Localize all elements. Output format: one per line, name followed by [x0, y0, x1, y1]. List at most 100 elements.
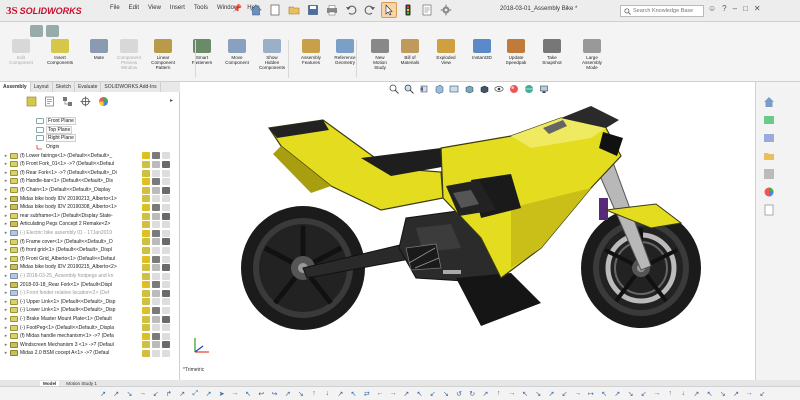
- selection-filter-icon[interactable]: ↗: [98, 389, 108, 399]
- linear-pattern-button[interactable]: Linear Component Pattern: [144, 39, 182, 70]
- expand-arrow-icon[interactable]: ▸: [2, 230, 10, 236]
- resources-icon[interactable]: [763, 114, 775, 126]
- dynamic-annotation-button[interactable]: [448, 83, 459, 94]
- expand-arrow-icon[interactable]: ▸: [2, 299, 10, 305]
- selection-filter-icon[interactable]: ↗: [480, 389, 490, 399]
- selection-filter-icon[interactable]: ↗: [335, 389, 345, 399]
- config-manager-tab[interactable]: [60, 95, 74, 107]
- selection-filter-icon[interactable]: ↩: [256, 389, 266, 399]
- tab-solidworks-add-ins[interactable]: SOLIDWORKS Add-Ins: [101, 82, 161, 92]
- expand-arrow-icon[interactable]: ▸: [2, 239, 10, 245]
- user-icon[interactable]: ☺: [708, 4, 716, 13]
- selection-filter-icon[interactable]: ↑: [309, 389, 319, 399]
- rebuild-button[interactable]: [400, 2, 416, 18]
- edit-appearance-button[interactable]: [508, 83, 519, 94]
- selection-filter-icon[interactable]: ↗: [612, 389, 622, 399]
- selection-filter-icon[interactable]: ↙: [560, 389, 570, 399]
- show-hidden-button[interactable]: Show Hidden Components: [253, 39, 291, 70]
- selection-filter-icon[interactable]: ↗: [546, 389, 556, 399]
- file-explorer-icon[interactable]: [763, 150, 775, 162]
- view-orientation-button[interactable]: [463, 83, 474, 94]
- custom-properties-icon[interactable]: [763, 204, 775, 216]
- view-palette-icon[interactable]: [763, 168, 775, 180]
- search-box[interactable]: [620, 5, 704, 17]
- previous-view-button[interactable]: [418, 83, 429, 94]
- selection-filter-icon[interactable]: ⇄: [362, 389, 372, 399]
- save-button[interactable]: [305, 2, 321, 18]
- selection-filter-icon[interactable]: ↖: [520, 389, 530, 399]
- selection-filter-icon[interactable]: →: [138, 389, 148, 399]
- expand-arrow-icon[interactable]: ▸: [2, 161, 10, 167]
- tree-item[interactable]: ▸ (-) Front fender relative location<2> (…: [2, 289, 179, 298]
- selection-filter-icon[interactable]: ↘: [296, 389, 306, 399]
- tree-item[interactable]: ▸ (f) Midas handle mechanism<1> ->? (Defa: [2, 332, 179, 341]
- expand-arrow-icon[interactable]: ▸: [2, 316, 10, 322]
- expand-arrow-icon[interactable]: ▸: [2, 264, 10, 270]
- design-library-icon[interactable]: [763, 132, 775, 144]
- tree-item[interactable]: ▸ Midas 2.0 BSM cocept A<1> ->? (Defaul: [2, 349, 179, 358]
- minimize-icon[interactable]: –: [733, 4, 737, 13]
- selection-filter-icon[interactable]: ↗: [401, 389, 411, 399]
- expand-arrow-icon[interactable]: ▸: [2, 247, 10, 253]
- tree-plane-item[interactable]: Right Plane: [2, 134, 179, 143]
- exploded-view-button[interactable]: Exploded View: [427, 39, 465, 65]
- search-input[interactable]: [633, 8, 703, 14]
- smart-fasteners-button[interactable]: Smart Fasteners: [183, 39, 221, 65]
- selection-filter-icon[interactable]: ↘: [718, 389, 728, 399]
- tab-layout[interactable]: Layout: [31, 82, 53, 92]
- expand-arrow-icon[interactable]: ▸: [2, 333, 10, 339]
- home-button[interactable]: [248, 2, 264, 18]
- tree-item[interactable]: ▸ (-) Lower Link<1> (Default<<Default>_Di…: [2, 306, 179, 315]
- tree-item[interactable]: ▸ (-) FootPeg<1> (Default<<Default>_Displ…: [2, 323, 179, 332]
- selection-filter-icon[interactable]: ↦: [586, 389, 596, 399]
- selection-filter-icon[interactable]: ↙: [428, 389, 438, 399]
- snapshot-button[interactable]: Take Snapshot: [533, 39, 571, 65]
- expand-arrow-icon[interactable]: ▸: [2, 342, 10, 348]
- selection-filter-icon[interactable]: ↘: [124, 389, 134, 399]
- apply-scene-button[interactable]: [523, 83, 534, 94]
- selection-filter-icon[interactable]: ↘: [626, 389, 636, 399]
- restore-icon[interactable]: □: [743, 4, 748, 13]
- tree-item[interactable]: ▸ 2018-03-18_Rear Fork<1> (Default<Displ: [2, 280, 179, 289]
- selection-filter-icon[interactable]: →: [230, 389, 240, 399]
- expand-arrow-icon[interactable]: ▸: [2, 221, 10, 227]
- tree-item[interactable]: ▸ (f) Rear Fork<1> ->? (Default<<Default>…: [2, 169, 179, 178]
- component-preview-button[interactable]: Component Preview Window: [110, 39, 148, 70]
- selection-filter-icon[interactable]: ↖: [349, 389, 359, 399]
- selection-filter-icon[interactable]: ↱: [164, 389, 174, 399]
- expand-arrow-icon[interactable]: ▸: [2, 213, 10, 219]
- expand-arrow-icon[interactable]: ▸: [2, 170, 10, 176]
- tree-item[interactable]: ▸ (-) 2018-03-25_Assembly footpegs and kn: [2, 272, 179, 281]
- tree-item[interactable]: ▸ (f) Chain<1> (Default<<Default>_Display: [2, 186, 179, 195]
- tree-item[interactable]: Origin: [2, 143, 179, 152]
- display-style-button[interactable]: [478, 83, 489, 94]
- reference-geometry-button[interactable]: Reference Geometry: [326, 39, 364, 65]
- tree-item[interactable]: ▸ Articulating Pegs Concept 2 Remake<2>: [2, 220, 179, 229]
- expand-arrow-icon[interactable]: ▸: [2, 325, 10, 331]
- undo-button[interactable]: [343, 2, 359, 18]
- selection-filter-icon[interactable]: ↗: [204, 389, 214, 399]
- selection-filter-icon[interactable]: →: [507, 389, 517, 399]
- expand-arrow-icon[interactable]: ▸: [2, 153, 10, 159]
- selection-filter-icon[interactable]: ↘: [441, 389, 451, 399]
- bom-button[interactable]: Bill of Materials: [391, 39, 429, 65]
- hide-show-items-button[interactable]: [493, 83, 504, 94]
- insert-components-button[interactable]: Insert Components: [41, 39, 79, 65]
- zoom-to-fit-button[interactable]: [388, 83, 399, 94]
- selection-filter-icon[interactable]: ↗: [111, 389, 121, 399]
- menu-view[interactable]: View: [148, 5, 161, 11]
- menu-insert[interactable]: Insert: [170, 5, 185, 11]
- tree-item[interactable]: ▸ (f) Lower fairings<1> (Default<<Default…: [2, 151, 179, 160]
- tree-item[interactable]: ▸ Midas bike body IDV 20190213_Alberto<1>: [2, 194, 179, 203]
- selection-filter-icon[interactable]: ↘: [533, 389, 543, 399]
- tree-plane-item[interactable]: Top Plane: [2, 125, 179, 135]
- tree-item[interactable]: ▸ (-) Electric bike assembly 01 - 17Jan20…: [2, 229, 179, 238]
- new-document-button[interactable]: [267, 2, 283, 18]
- tree-item[interactable]: ▸ (f) front grid<1> (Default<<Default>_Di…: [2, 246, 179, 255]
- select-button[interactable]: [381, 2, 397, 18]
- selection-filter-icon[interactable]: →: [573, 389, 583, 399]
- selection-filter-icon[interactable]: →: [388, 389, 398, 399]
- options-button[interactable]: [438, 2, 454, 18]
- tree-item[interactable]: ▸ (-) Upper Link<1> (Default<<Default>_Di…: [2, 297, 179, 306]
- section-view-button[interactable]: [433, 83, 444, 94]
